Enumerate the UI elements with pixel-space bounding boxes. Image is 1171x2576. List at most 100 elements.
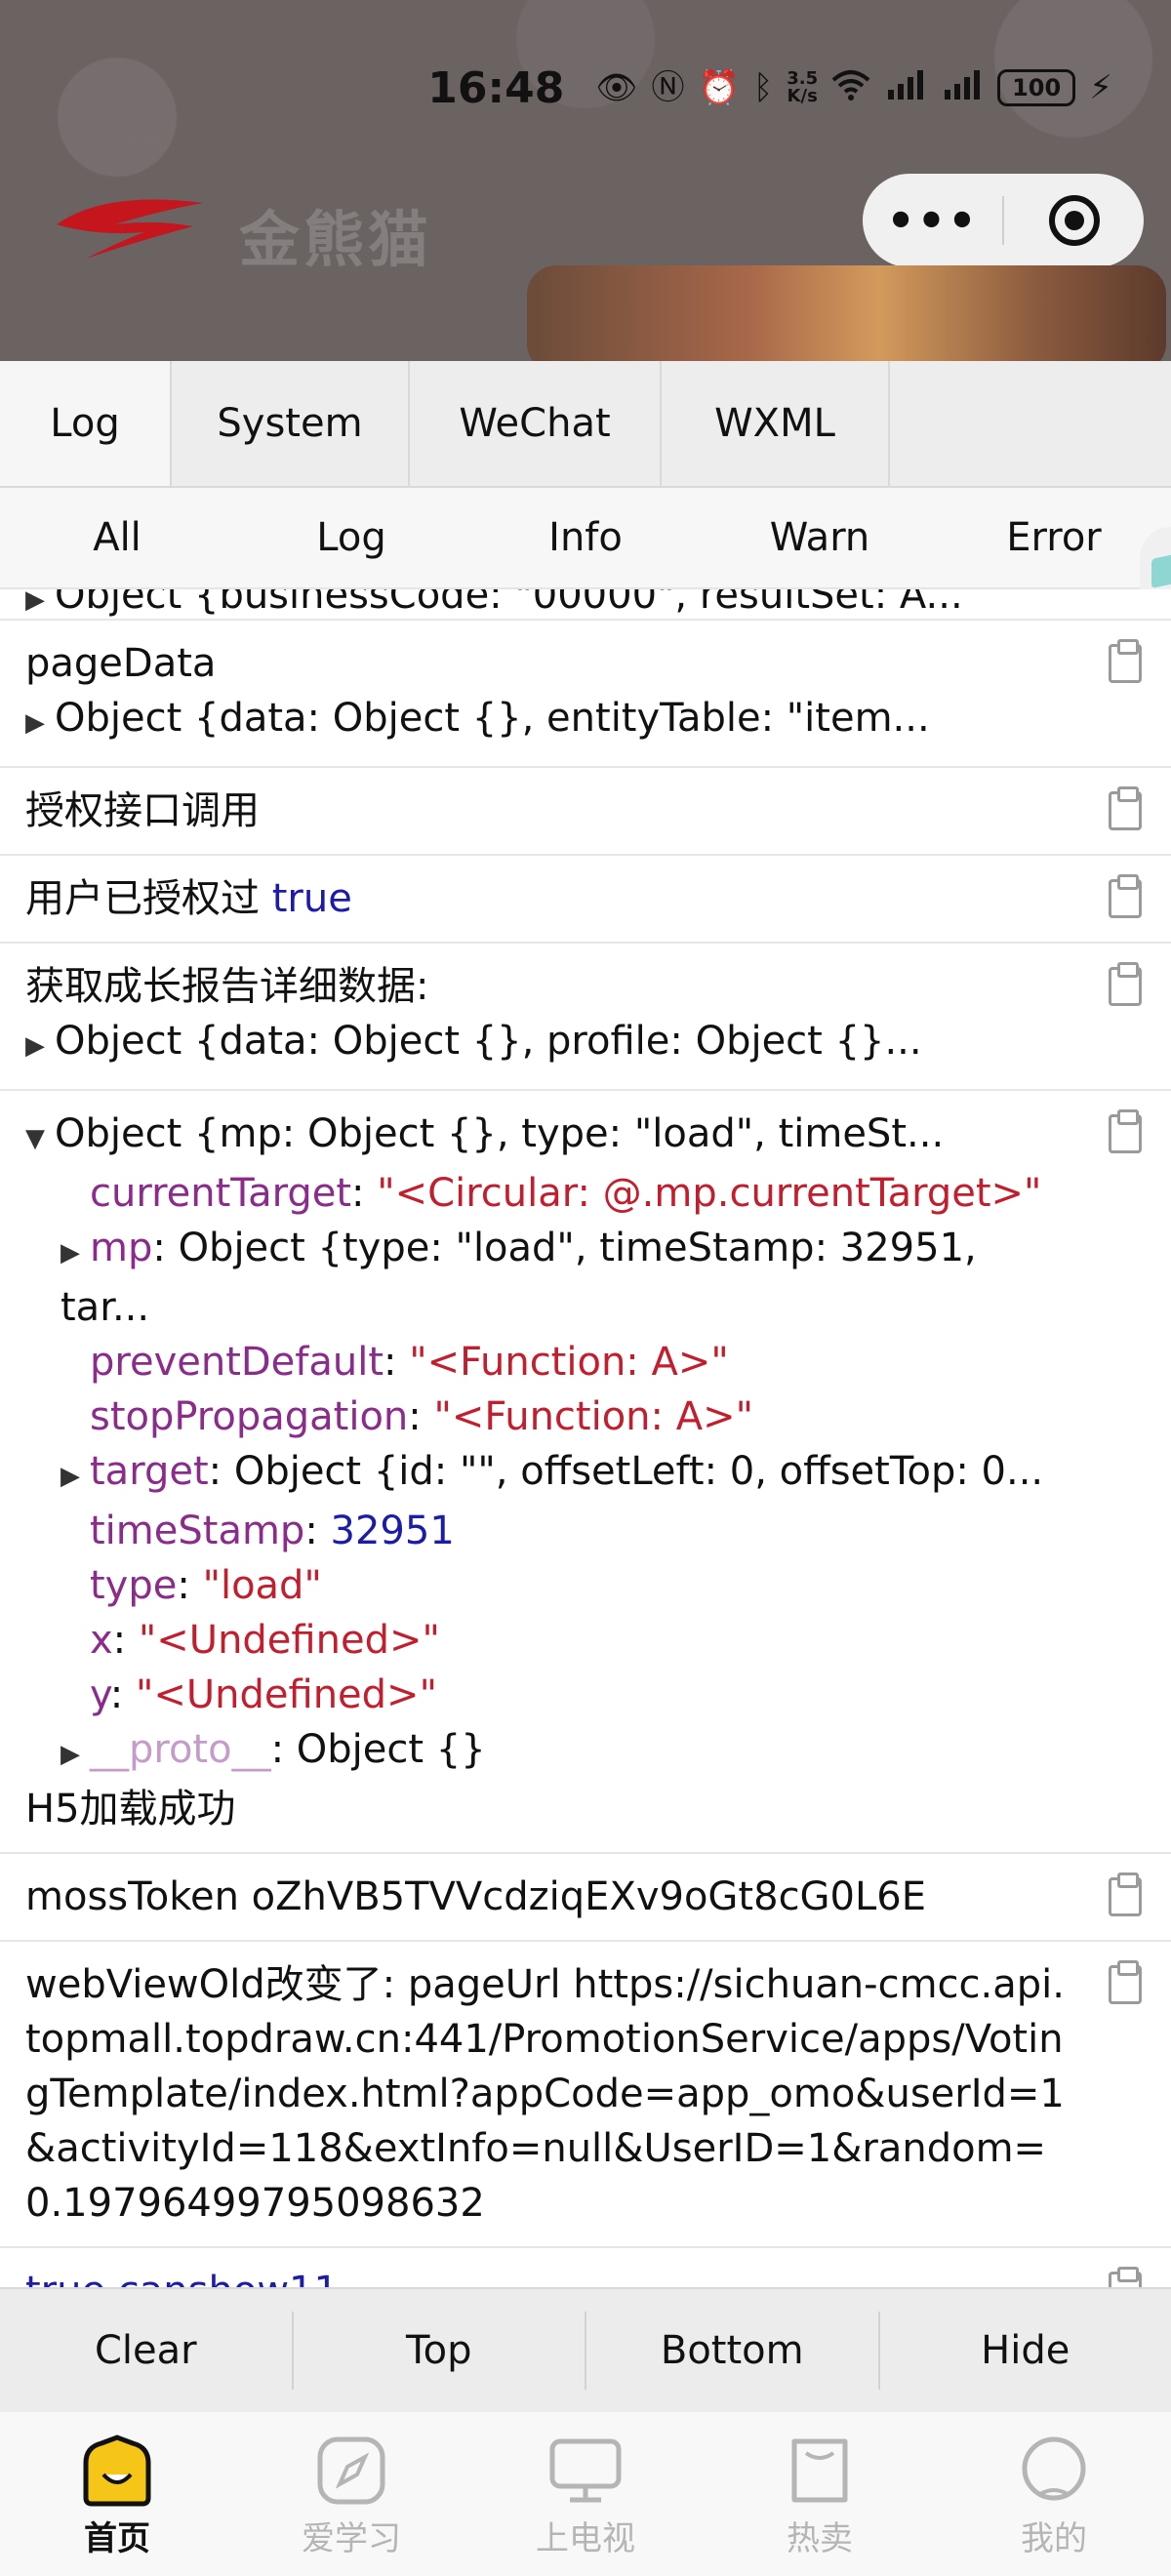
filter-warn[interactable]: Warn [703, 515, 937, 560]
expand-arrow-icon[interactable]: ▶ [61, 1449, 90, 1504]
expand-arrow-icon[interactable]: ▶ [25, 696, 55, 750]
prop-key: __proto__ [90, 1727, 271, 1772]
prop-key: timeStamp [90, 1509, 305, 1553]
brand-logo-text: 金熊猫 [239, 204, 433, 275]
header-banner-image[interactable] [527, 265, 1166, 363]
expand-arrow-icon[interactable]: ▶ [25, 1019, 55, 1073]
log-text: 获取成长报告详细数据: [25, 964, 429, 1009]
charging-icon: ⚡ [1089, 68, 1112, 107]
log-object: Object {data: Object {}, entityTable: "i… [55, 696, 930, 741]
home-icon [83, 2435, 151, 2507]
log-item: 授权接口调用 [0, 768, 1171, 856]
log-text: mossToken oZhVB5TVVcdziqEXv9oGt8cG0L6E [25, 1874, 927, 1919]
hide-button[interactable]: Hide [880, 2312, 1171, 2390]
copy-icon[interactable] [1109, 639, 1142, 683]
copy-icon[interactable] [1109, 874, 1142, 918]
tab-wechat[interactable]: WeChat [410, 361, 662, 486]
log-text: true canshow11 [25, 2264, 1073, 2287]
filter-all[interactable]: All [0, 515, 234, 560]
log-boolean: true [271, 876, 352, 921]
prop-key: target [90, 1449, 209, 1494]
copy-icon[interactable] [1109, 1960, 1142, 2004]
tab-log[interactable]: Log [0, 361, 172, 486]
log-object: Object {businessCode: "00000", resultSet… [55, 589, 963, 618]
vconsole-log-list[interactable]: ▶ Object {businessCode: "00000", resultSe… [0, 589, 1171, 2287]
bottom-button[interactable]: Bottom [586, 2312, 880, 2390]
prop-value: Object {id: "", offsetLeft: 0, offsetTop… [233, 1449, 1044, 1494]
battery-indicator: 100 [997, 69, 1076, 106]
compass-icon [317, 2436, 385, 2505]
log-item: mossToken oZhVB5TVVcdziqEXv9oGt8cG0L6E [0, 1854, 1171, 1942]
nav-item-hot-sale[interactable]: 热卖 [703, 2412, 937, 2576]
copy-icon[interactable] [1109, 1872, 1142, 1916]
prop-value: "<Undefined>" [135, 1672, 437, 1717]
network-speed: 3.5 K/s [787, 70, 818, 105]
close-miniprogram-button[interactable] [1004, 195, 1144, 246]
log-item: pageData ▶ Object {data: Object {}, entit… [0, 621, 1171, 768]
copy-icon[interactable] [1109, 962, 1142, 1006]
expand-arrow-icon[interactable]: ▶ [61, 1727, 90, 1782]
close-target-icon [1048, 195, 1100, 246]
log-item: ▶ Object {businessCode: "00000", resultSe… [0, 589, 1171, 621]
nav-label: 爱学习 [302, 2519, 401, 2558]
log-text: 授权接口调用 [25, 788, 260, 833]
copy-icon[interactable] [1109, 786, 1142, 830]
collapse-arrow-icon[interactable]: ▼ [25, 1111, 55, 1166]
copy-icon[interactable] [1109, 2267, 1142, 2287]
vconsole-tab-bar: Log System WeChat WXML [0, 361, 1171, 488]
nav-item-home[interactable]: 首页 [0, 2412, 234, 2576]
nav-item-learn[interactable]: 爱学习 [234, 2412, 468, 2576]
tab-system[interactable]: System [172, 361, 410, 486]
signal-5g-icon [884, 68, 927, 107]
prop-value: 32951 [330, 1509, 455, 1553]
page-header: 16:48 👁 Ⓝ ⏰ ᛒ 3.5 K/s 100 ⚡ 金熊猫 ••• [0, 0, 1171, 363]
prop-key: y [90, 1672, 110, 1717]
top-button[interactable]: Top [294, 2312, 586, 2390]
prop-key: x [90, 1618, 113, 1663]
copy-icon[interactable] [1109, 1109, 1142, 1153]
clear-button[interactable]: Clear [0, 2312, 294, 2390]
signal-4g-icon [941, 68, 984, 107]
more-menu-button[interactable]: ••• [863, 198, 1002, 243]
prop-key: currentTarget [90, 1171, 352, 1216]
prop-value: "<Circular: @.mp.currentTarget>" [377, 1171, 1042, 1216]
prop-value: "load" [202, 1563, 322, 1608]
prop-key: preventDefault [90, 1340, 384, 1385]
tv-icon [549, 2438, 622, 2503]
prop-key: mp [90, 1226, 153, 1270]
network-speed-unit: K/s [787, 86, 818, 106]
filter-error[interactable]: Error [937, 515, 1171, 560]
status-time: 16:48 [427, 62, 565, 113]
bottom-navigation: 首页 爱学习 上电视 热卖 我的 [0, 2412, 1171, 2576]
log-object: Object {mp: Object {}, type: "load", tim… [55, 1111, 945, 1156]
tab-wxml[interactable]: WXML [662, 361, 890, 486]
log-item: 获取成长报告详细数据: ▶ Object {data: Object {}, pr… [0, 944, 1171, 1091]
log-item: true canshow11 [0, 2248, 1171, 2287]
nav-item-tv[interactable]: 上电视 [468, 2412, 703, 2576]
filter-info[interactable]: Info [468, 515, 703, 560]
filter-log[interactable]: Log [234, 515, 468, 560]
nav-label: 首页 [84, 2519, 150, 2558]
nfc-icon: Ⓝ [651, 68, 685, 107]
alarm-icon: ⏰ [698, 68, 740, 107]
expand-arrow-icon[interactable]: ▶ [61, 1226, 90, 1280]
nav-item-profile[interactable]: 我的 [937, 2412, 1171, 2576]
log-object: Object {data: Object {}, profile: Object… [55, 1019, 922, 1064]
profile-icon [1022, 2436, 1086, 2501]
log-text: H5加载成功 [25, 1787, 236, 1831]
prop-key: type [90, 1563, 178, 1608]
expand-arrow-icon[interactable]: ▶ [25, 589, 55, 619]
wifi-icon [831, 68, 870, 107]
log-text: pageData [25, 641, 217, 686]
nav-label: 上电视 [536, 2519, 635, 2558]
status-bar: 16:48 👁 Ⓝ ⏰ ᛒ 3.5 K/s 100 ⚡ [0, 49, 1171, 127]
nav-label: 我的 [1021, 2519, 1087, 2558]
cube-icon [1151, 553, 1171, 588]
log-text: 用户已授权过 [25, 876, 260, 921]
log-text: webViewOld改变了: pageUrl https://sichuan-c… [25, 1962, 1065, 2226]
prop-value: "<Function: A>" [409, 1340, 729, 1385]
log-item: ▼ Object {mp: Object {}, type: "load", ti… [0, 1091, 1171, 1854]
prop-key: stopPropagation [90, 1394, 409, 1439]
vconsole-toolbar: Clear Top Bottom Hide [0, 2287, 1171, 2412]
brand-logo-icon [57, 199, 203, 259]
